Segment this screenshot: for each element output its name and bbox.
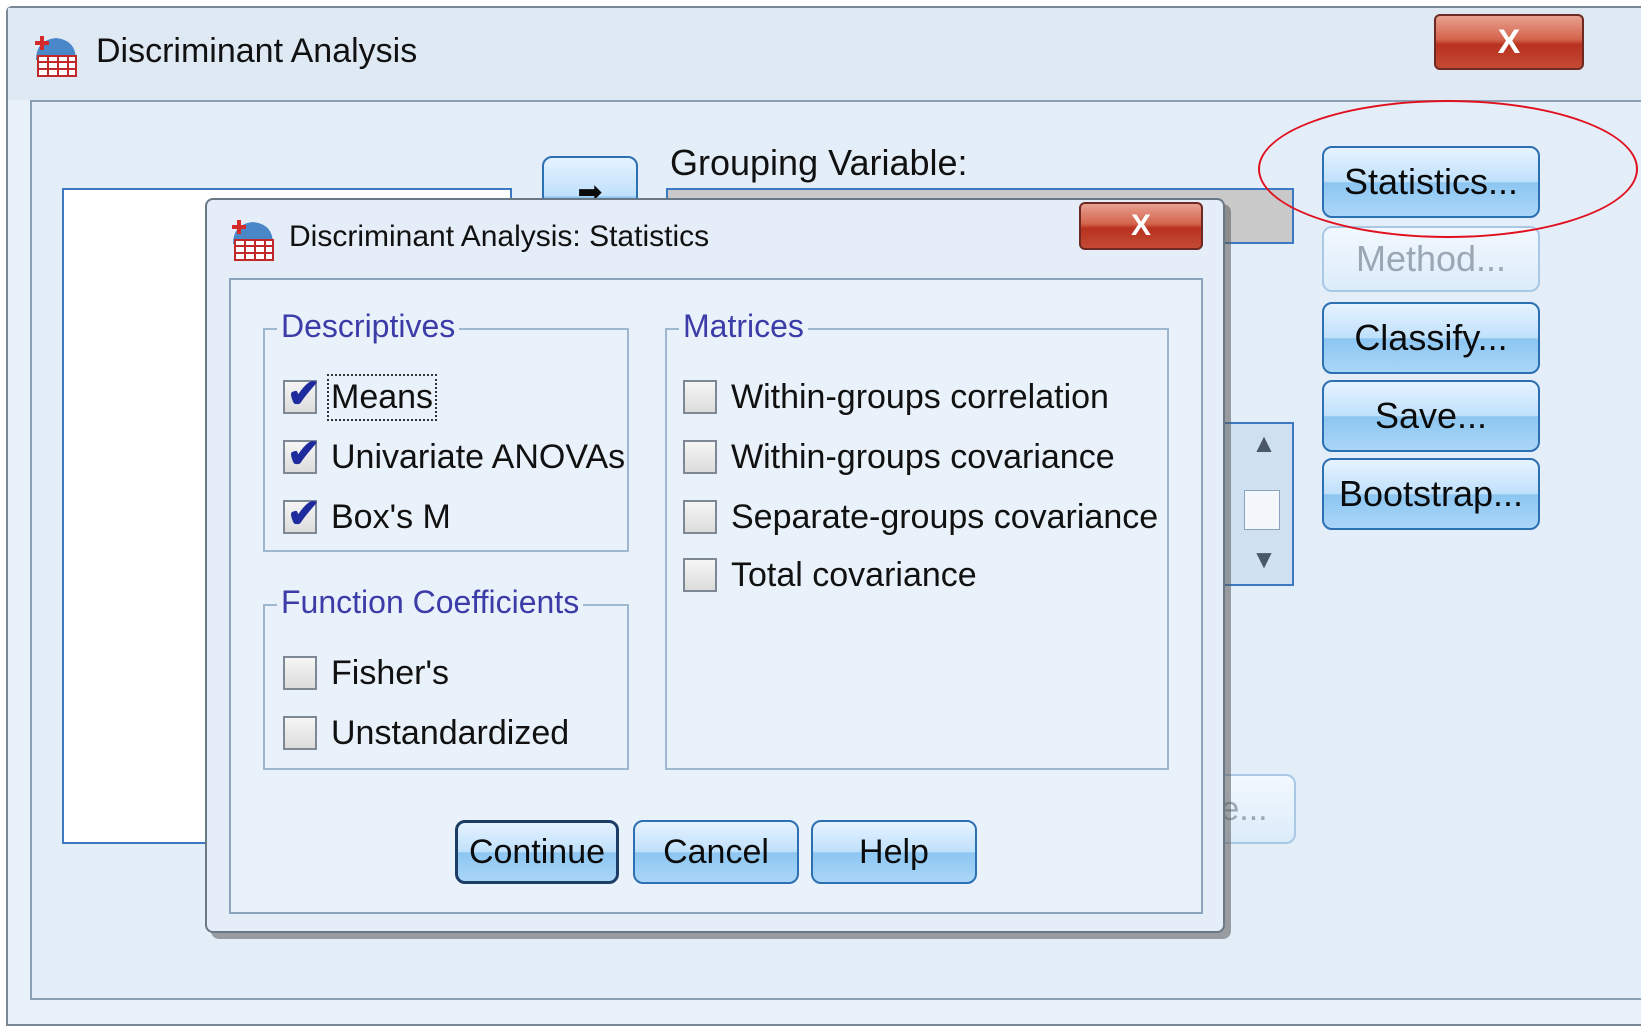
window-titlebar: Discriminant Analysis X: [8, 8, 1641, 100]
univariate-anovas-label: Univariate ANOVAs: [331, 437, 626, 476]
variables-list-scrollbar[interactable]: ▲ ▼: [1218, 422, 1294, 586]
means-checkbox[interactable]: ✔: [283, 374, 321, 414]
separate-groups-covariance-checkbox[interactable]: [683, 500, 717, 534]
within-groups-correlation-label: Within-groups correlation: [731, 377, 1109, 416]
fishers-label: Fisher's: [331, 653, 449, 692]
window-close-button[interactable]: X: [1434, 14, 1584, 70]
dialog-client-area: Descriptives ✔ Means ✔ Univariate ANOVAs…: [229, 278, 1203, 914]
statistics-highlight-ellipse: [1258, 100, 1638, 238]
help-button[interactable]: Help: [811, 820, 977, 884]
means-label: Means: [326, 373, 438, 421]
total-covariance-row[interactable]: Total covariance: [683, 552, 977, 598]
total-covariance-label: Total covariance: [731, 555, 977, 594]
within-groups-correlation-row[interactable]: Within-groups correlation: [683, 374, 1109, 420]
boxs-m-checkbox-row[interactable]: ✔ Box's M: [283, 494, 451, 540]
statistics-dialog: Discriminant Analysis: Statistics X Desc…: [205, 198, 1225, 933]
dialog-title: Discriminant Analysis: Statistics: [289, 220, 710, 253]
spss-app-icon: [232, 220, 274, 261]
scroll-thumb[interactable]: [1244, 490, 1280, 530]
means-checkbox-row[interactable]: ✔ Means: [283, 373, 438, 421]
unstandardized-checkbox[interactable]: [283, 716, 317, 750]
check-mark-icon: ✔: [287, 432, 321, 476]
fishers-checkbox[interactable]: [283, 656, 317, 690]
close-icon: X: [1130, 209, 1151, 242]
check-mark-icon: ✔: [287, 492, 321, 536]
check-mark-icon: ✔: [287, 372, 321, 416]
cancel-button[interactable]: Cancel: [633, 820, 799, 884]
within-groups-correlation-checkbox[interactable]: [683, 380, 717, 414]
unstandardized-checkbox-row[interactable]: Unstandardized: [283, 710, 569, 756]
window-title: Discriminant Analysis: [96, 32, 418, 70]
separate-groups-covariance-label: Separate-groups covariance: [731, 497, 1159, 536]
bootstrap-button[interactable]: Bootstrap...: [1322, 458, 1540, 530]
function-coefficients-title: Function Coefficients: [277, 584, 584, 621]
descriptives-title: Descriptives: [277, 308, 460, 345]
grouping-variable-label: Grouping Variable:: [670, 142, 968, 183]
dialog-close-button[interactable]: X: [1079, 202, 1203, 250]
unstandardized-label: Unstandardized: [331, 713, 570, 752]
spss-app-icon: [35, 36, 77, 77]
matrices-group: Matrices Within-groups correlation Withi…: [665, 308, 1169, 770]
function-coefficients-group: Function Coefficients Fisher's Unstandar…: [263, 584, 629, 770]
within-groups-covariance-checkbox[interactable]: [683, 440, 717, 474]
matrices-title: Matrices: [679, 308, 808, 345]
classify-button[interactable]: Classify...: [1322, 302, 1540, 374]
scroll-down-icon[interactable]: ▼: [1244, 544, 1284, 575]
close-icon: X: [1497, 23, 1521, 61]
univariate-anovas-checkbox[interactable]: ✔: [283, 434, 321, 474]
total-covariance-checkbox[interactable]: [683, 558, 717, 592]
continue-button[interactable]: Continue: [455, 820, 619, 884]
descriptives-group: Descriptives ✔ Means ✔ Univariate ANOVAs…: [263, 308, 629, 552]
within-groups-covariance-row[interactable]: Within-groups covariance: [683, 434, 1115, 480]
within-groups-covariance-label: Within-groups covariance: [731, 437, 1115, 476]
scroll-up-icon[interactable]: ▲: [1244, 428, 1284, 459]
univariate-anovas-checkbox-row[interactable]: ✔ Univariate ANOVAs: [283, 434, 625, 480]
separate-groups-covariance-row[interactable]: Separate-groups covariance: [683, 494, 1158, 540]
boxs-m-checkbox[interactable]: ✔: [283, 494, 321, 534]
boxs-m-label: Box's M: [331, 497, 451, 536]
fishers-checkbox-row[interactable]: Fisher's: [283, 650, 449, 696]
save-button[interactable]: Save...: [1322, 380, 1540, 452]
